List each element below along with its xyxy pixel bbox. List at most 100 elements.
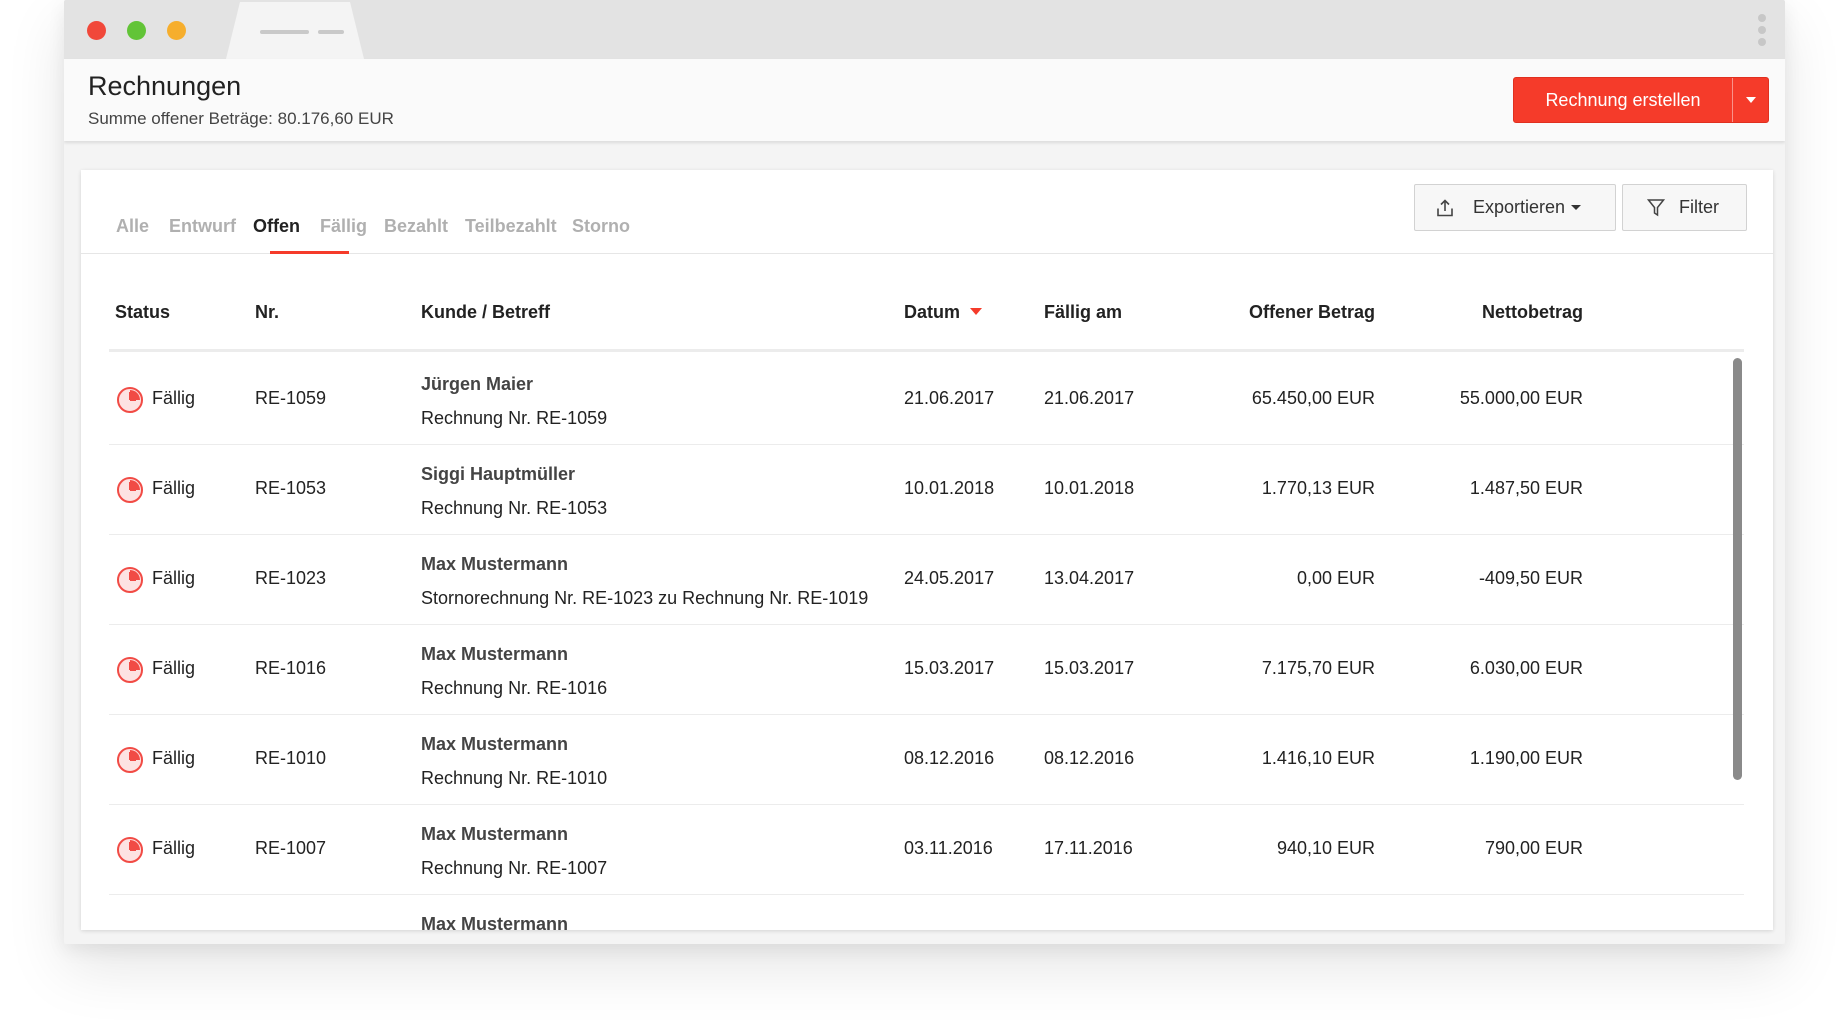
filter-label: Filter xyxy=(1679,197,1719,217)
due-date: 15.03.2017 xyxy=(1044,658,1135,678)
status-label: Fällig xyxy=(152,568,196,588)
table-header: Status Nr. Kunde / Betreff Datum Fällig … xyxy=(109,254,1744,352)
column-status[interactable]: Status xyxy=(115,302,170,323)
clock-icon xyxy=(116,746,144,774)
open-amount: 940,10 EUR xyxy=(1276,838,1375,858)
upload-icon xyxy=(1435,198,1455,218)
due-date: 08.12.2016 xyxy=(1044,748,1135,768)
clock-icon xyxy=(116,566,144,594)
invoice-subject: Rechnung Nr. RE-1010 xyxy=(421,768,608,788)
invoice-number: RE-1059 xyxy=(255,388,327,408)
invoice-date: 21.06.2017 xyxy=(904,388,995,408)
tab-title-placeholder xyxy=(318,30,344,34)
column-netto[interactable]: Nettobetrag xyxy=(1482,302,1583,323)
tab-teilbezahlt[interactable]: Teilbezahlt xyxy=(465,216,557,237)
create-options-dropdown[interactable] xyxy=(1733,78,1768,122)
zoom-window-button[interactable] xyxy=(167,21,186,40)
filter-button[interactable]: Filter xyxy=(1622,184,1747,231)
sort-desc-icon xyxy=(970,307,983,315)
invoice-date: 03.11.2016 xyxy=(904,838,993,858)
status-tabs: Alle Entwurf Offen Fällig Bezahlt Teilbe… xyxy=(81,170,1773,254)
invoice-number: RE-1007 xyxy=(255,838,327,858)
net-amount: -409,50 EUR xyxy=(1478,568,1583,588)
status-label: Fällig xyxy=(152,838,196,858)
open-amount: 1.416,10 EUR xyxy=(1261,748,1375,768)
customer-name: Max Mustermann xyxy=(421,644,569,664)
customer-name: Max Mustermann xyxy=(421,914,569,930)
tab-storno[interactable]: Storno xyxy=(572,216,630,237)
table-row[interactable]: Fällig RE-1010 Max Mustermann Rechnung N… xyxy=(109,715,1744,805)
page-title: Rechnungen xyxy=(88,71,242,101)
column-datum-label: Datum xyxy=(904,302,961,322)
table-row[interactable]: Fällig RE-1023 Max Mustermann Stornorech… xyxy=(109,535,1744,625)
chevron-down-icon xyxy=(1571,205,1582,210)
column-offen[interactable]: Offener Betrag xyxy=(1249,302,1375,323)
open-amount: 0,00 EUR xyxy=(1296,568,1375,588)
open-amount: 1.770,13 EUR xyxy=(1261,478,1375,498)
funnel-icon xyxy=(1647,198,1665,218)
export-button[interactable]: Exportieren xyxy=(1414,184,1616,231)
column-nr[interactable]: Nr. xyxy=(255,302,279,323)
due-date: 21.06.2017 xyxy=(1044,388,1135,408)
customer-name: Jürgen Maier xyxy=(421,374,534,394)
tab-offen[interactable]: Offen xyxy=(253,216,300,237)
clock-icon xyxy=(116,476,144,504)
export-label: Exportieren xyxy=(1473,197,1566,217)
column-kunde[interactable]: Kunde / Betreff xyxy=(421,302,550,323)
page-header: Rechnungen Summe offener Beträge: 80.176… xyxy=(64,59,1785,141)
customer-name: Max Mustermann xyxy=(421,554,569,574)
create-invoice-button[interactable]: Rechnung erstellen xyxy=(1514,78,1732,122)
open-amount: 65.450,00 EUR xyxy=(1251,388,1375,408)
open-amount: 7.175,70 EUR xyxy=(1261,658,1375,678)
invoice-subject: Rechnung Nr. RE-1059 xyxy=(421,408,608,428)
invoice-subject: Rechnung Nr. RE-1053 xyxy=(421,498,608,518)
table-row[interactable]: Fällig RE-1053 Siggi Hauptmüller Rechnun… xyxy=(109,445,1744,535)
due-date: 10.01.2018 xyxy=(1044,478,1135,498)
more-options-icon[interactable] xyxy=(1758,14,1766,46)
table-row[interactable]: Max Mustermann xyxy=(109,895,1744,930)
invoice-subject: Rechnung Nr. RE-1016 xyxy=(421,678,608,698)
status-label: Fällig xyxy=(152,658,196,678)
invoice-date: 10.01.2018 xyxy=(904,478,995,498)
tab-alle[interactable]: Alle xyxy=(116,216,149,237)
table-body: Fällig RE-1059 Jürgen Maier Rechnung Nr.… xyxy=(109,355,1744,930)
title-bar xyxy=(64,0,1785,59)
customer-name: Siggi Hauptmüller xyxy=(421,464,576,484)
column-datum[interactable]: Datum xyxy=(904,302,983,323)
table-row[interactable]: Fällig RE-1007 Max Mustermann Rechnung N… xyxy=(109,805,1744,895)
clock-icon xyxy=(116,836,144,864)
customer-name: Max Mustermann xyxy=(421,824,569,844)
invoice-number: RE-1010 xyxy=(255,748,327,768)
close-window-button[interactable] xyxy=(87,21,106,40)
invoice-date: 15.03.2017 xyxy=(904,658,995,678)
table-row[interactable]: Fällig RE-1016 Max Mustermann Rechnung N… xyxy=(109,625,1744,715)
invoice-date: 08.12.2016 xyxy=(904,748,995,768)
invoice-number: RE-1053 xyxy=(255,478,327,498)
invoice-number: RE-1016 xyxy=(255,658,327,678)
minimize-window-button[interactable] xyxy=(127,21,146,40)
net-amount: 1.487,50 EUR xyxy=(1469,478,1583,498)
invoice-date: 24.05.2017 xyxy=(904,568,995,588)
tab-entwurf[interactable]: Entwurf xyxy=(169,216,236,237)
net-amount: 6.030,00 EUR xyxy=(1469,658,1583,678)
clock-icon xyxy=(116,386,144,414)
net-amount: 790,00 EUR xyxy=(1484,838,1583,858)
invoice-number: RE-1023 xyxy=(255,568,327,588)
app-window: Rechnungen Summe offener Beträge: 80.176… xyxy=(64,0,1785,944)
clock-icon xyxy=(116,656,144,684)
due-date: 13.04.2017 xyxy=(1044,568,1135,588)
status-label: Fällig xyxy=(152,748,196,768)
table-row[interactable]: Fällig RE-1059 Jürgen Maier Rechnung Nr.… xyxy=(109,355,1744,445)
status-label: Fällig xyxy=(152,478,196,498)
create-invoice-split-button: Rechnung erstellen xyxy=(1513,77,1769,123)
tab-bezahlt[interactable]: Bezahlt xyxy=(384,216,448,237)
net-amount: 1.190,00 EUR xyxy=(1469,748,1583,768)
tab-faellig[interactable]: Fällig xyxy=(320,216,367,237)
status-label: Fällig xyxy=(152,388,196,408)
net-amount: 55.000,00 EUR xyxy=(1459,388,1583,408)
chevron-down-icon xyxy=(1745,97,1756,103)
customer-name: Max Mustermann xyxy=(421,734,569,754)
open-amount-summary: Summe offener Beträge: 80.176,60 EUR xyxy=(88,109,394,128)
scrollbar[interactable] xyxy=(1733,358,1742,780)
column-faellig[interactable]: Fällig am xyxy=(1044,302,1122,323)
